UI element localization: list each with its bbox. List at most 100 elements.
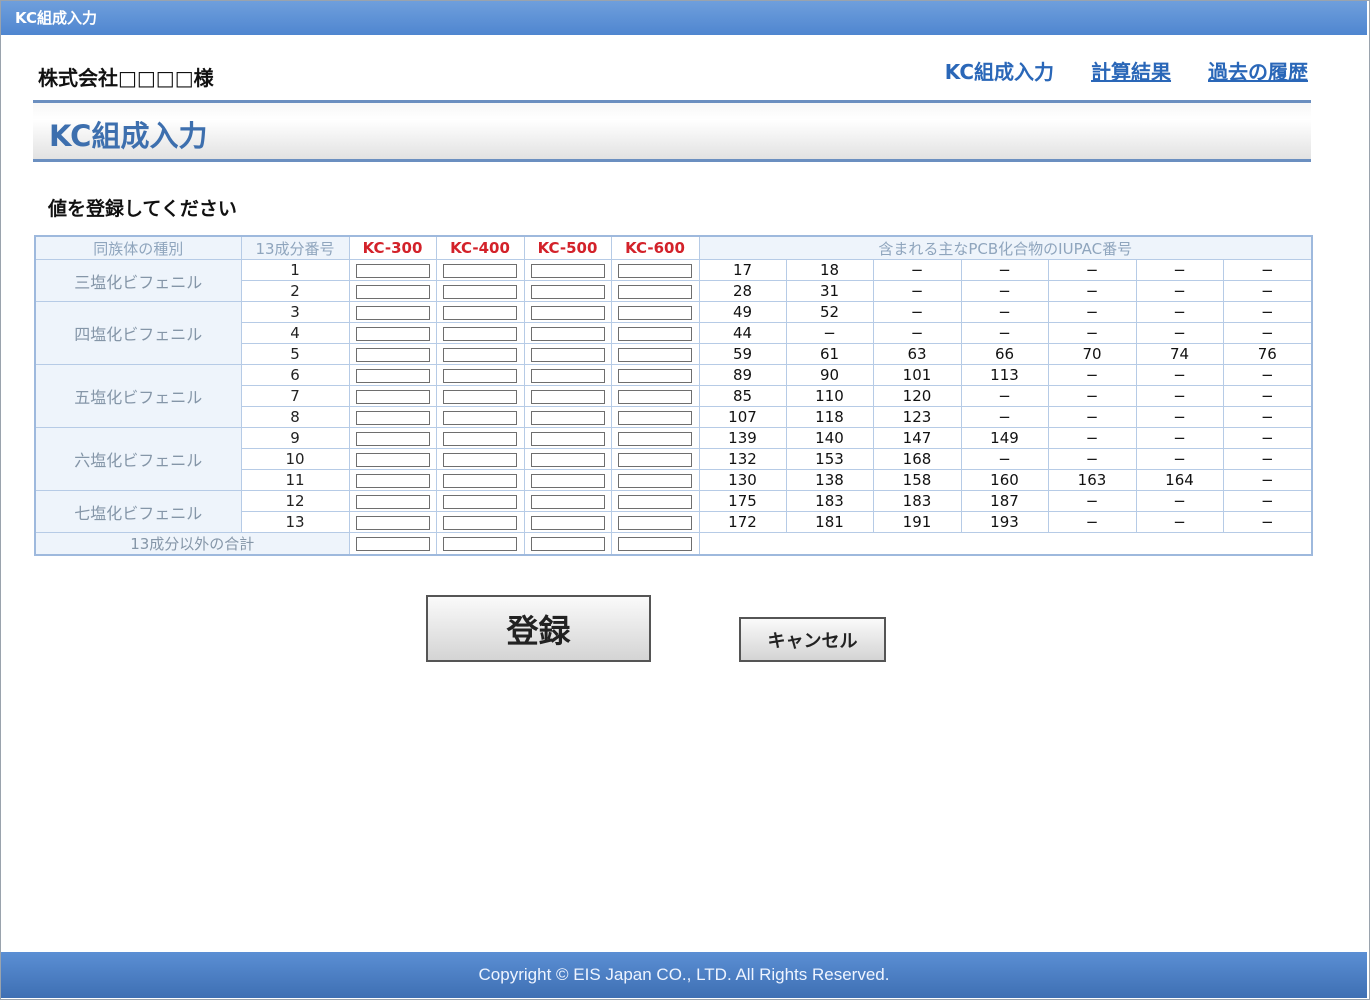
kc-value-input[interactable] bbox=[618, 368, 692, 383]
kc-value-input[interactable] bbox=[355, 368, 430, 383]
kc-value-input[interactable] bbox=[443, 263, 517, 278]
kc-value-input[interactable] bbox=[355, 263, 430, 278]
kc-total-input[interactable] bbox=[618, 537, 692, 551]
iupac-number: − bbox=[1047, 301, 1137, 323]
iupac-number: − bbox=[872, 301, 962, 323]
component-number: 3 bbox=[240, 301, 350, 323]
iupac-number: − bbox=[1135, 406, 1224, 428]
kc-value-input[interactable] bbox=[618, 515, 692, 530]
group-label: 三塩化ビフェニル bbox=[34, 259, 242, 302]
kc-value-input[interactable] bbox=[618, 494, 692, 509]
cancel-button[interactable]: キャンセル bbox=[739, 617, 886, 662]
kc-value-input[interactable] bbox=[443, 494, 517, 509]
register-button[interactable]: 登録 bbox=[426, 595, 651, 662]
kc-value-input[interactable] bbox=[443, 389, 517, 404]
kc-value-input[interactable] bbox=[530, 263, 605, 278]
iupac-number: − bbox=[960, 322, 1049, 344]
iupac-number: − bbox=[1222, 511, 1313, 533]
table-row: 三塩化ビフェニル 1 17 18− − − − − bbox=[34, 259, 1313, 302]
iupac-number: − bbox=[1135, 301, 1224, 323]
kc-value-input[interactable] bbox=[618, 347, 692, 362]
iupac-number: − bbox=[872, 322, 962, 344]
group-label: 四塩化ビフェニル bbox=[34, 301, 242, 365]
kc-value-input[interactable] bbox=[355, 389, 430, 404]
kc-total-input[interactable] bbox=[355, 537, 430, 551]
kc-value-input[interactable] bbox=[530, 284, 605, 299]
header-kc-500: KC-500 bbox=[523, 235, 612, 260]
kc-input-cell bbox=[523, 532, 612, 556]
kc-value-input[interactable] bbox=[530, 410, 605, 425]
kc-input-cell bbox=[348, 448, 437, 470]
kc-value-input[interactable] bbox=[443, 431, 517, 446]
kc-value-input[interactable] bbox=[443, 410, 517, 425]
kc-value-input[interactable] bbox=[618, 263, 692, 278]
kc-input-cell bbox=[348, 532, 437, 556]
kc-value-input[interactable] bbox=[530, 431, 605, 446]
kc-value-input[interactable] bbox=[355, 515, 430, 530]
kc-value-input[interactable] bbox=[530, 494, 605, 509]
kc-value-input[interactable] bbox=[355, 326, 430, 341]
kc-value-input[interactable] bbox=[355, 347, 430, 362]
kc-input-cell bbox=[523, 322, 612, 344]
nav-history[interactable]: 過去の履歴 bbox=[1208, 60, 1308, 84]
kc-value-input[interactable] bbox=[530, 515, 605, 530]
kc-value-input[interactable] bbox=[618, 452, 692, 467]
iupac-number: 130 bbox=[698, 469, 787, 491]
kc-value-input[interactable] bbox=[443, 347, 517, 362]
kc-value-input[interactable] bbox=[530, 452, 605, 467]
kc-input-cell bbox=[435, 301, 525, 323]
kc-value-input[interactable] bbox=[530, 305, 605, 320]
kc-input-cell bbox=[435, 259, 525, 281]
kc-input-cell bbox=[435, 322, 525, 344]
kc-value-input[interactable] bbox=[355, 494, 430, 509]
iupac-number: − bbox=[1135, 322, 1224, 344]
header-group: 同族体の種別 bbox=[34, 235, 242, 260]
component-number: 1 bbox=[240, 259, 350, 281]
kc-input-cell bbox=[348, 406, 437, 428]
component-number: 6 bbox=[240, 364, 350, 386]
iupac-number: 132 bbox=[698, 448, 787, 470]
iupac-number: 49 bbox=[698, 301, 787, 323]
kc-value-input[interactable] bbox=[618, 284, 692, 299]
kc-value-input[interactable] bbox=[355, 284, 430, 299]
kc-value-input[interactable] bbox=[355, 473, 430, 488]
kc-value-input[interactable] bbox=[443, 305, 517, 320]
kc-value-input[interactable] bbox=[530, 326, 605, 341]
kc-input-cell bbox=[435, 469, 525, 491]
component-number: 8 bbox=[240, 406, 350, 428]
kc-input-cell bbox=[435, 364, 525, 386]
kc-value-input[interactable] bbox=[443, 284, 517, 299]
kc-value-input[interactable] bbox=[618, 431, 692, 446]
kc-input-cell bbox=[435, 490, 525, 512]
kc-value-input[interactable] bbox=[355, 305, 430, 320]
nav-calculation-results[interactable]: 計算結果 bbox=[1091, 60, 1171, 84]
kc-value-input[interactable] bbox=[530, 368, 605, 383]
kc-value-input[interactable] bbox=[618, 389, 692, 404]
kc-value-input[interactable] bbox=[355, 410, 430, 425]
kc-value-input[interactable] bbox=[618, 410, 692, 425]
kc-value-input[interactable] bbox=[530, 347, 605, 362]
iupac-number: − bbox=[1135, 511, 1224, 533]
kc-value-input[interactable] bbox=[355, 431, 430, 446]
kc-value-input[interactable] bbox=[618, 326, 692, 341]
kc-input-cell bbox=[348, 385, 437, 407]
iupac-number: − bbox=[1222, 259, 1313, 281]
kc-total-input[interactable] bbox=[443, 537, 517, 551]
iupac-number: − bbox=[1047, 364, 1137, 386]
kc-total-input[interactable] bbox=[530, 537, 605, 551]
kc-value-input[interactable] bbox=[443, 452, 517, 467]
kc-value-input[interactable] bbox=[618, 305, 692, 320]
nav-kc-input[interactable]: KC組成入力 bbox=[945, 60, 1054, 84]
kc-value-input[interactable] bbox=[443, 515, 517, 530]
component-number: 9 bbox=[240, 427, 350, 449]
kc-value-input[interactable] bbox=[443, 473, 517, 488]
kc-value-input[interactable] bbox=[355, 452, 430, 467]
kc-value-input[interactable] bbox=[618, 473, 692, 488]
kc-value-input[interactable] bbox=[443, 368, 517, 383]
iupac-number: − bbox=[1222, 490, 1313, 512]
kc-value-input[interactable] bbox=[443, 326, 517, 341]
iupac-number: 101 bbox=[872, 364, 962, 386]
kc-value-input[interactable] bbox=[530, 389, 605, 404]
kc-input-cell bbox=[348, 322, 437, 344]
kc-value-input[interactable] bbox=[530, 473, 605, 488]
